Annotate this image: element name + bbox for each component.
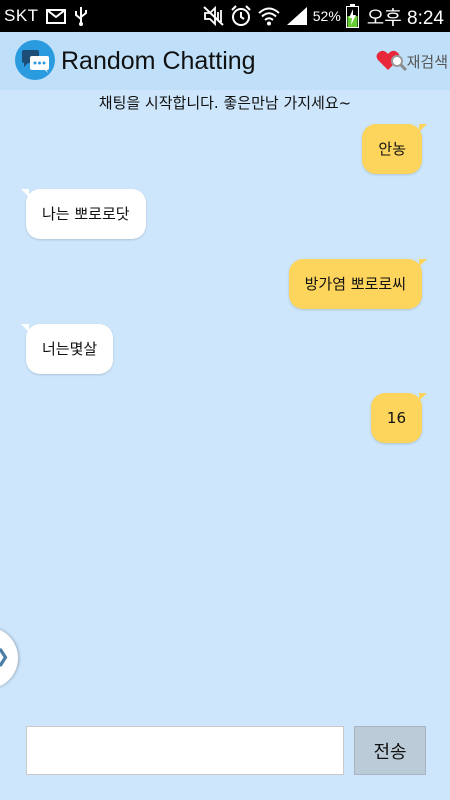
app-header: Random Chatting 재검색	[0, 32, 450, 90]
message-input[interactable]	[26, 726, 344, 775]
battery-percent: 52%	[312, 8, 341, 24]
battery-charging-icon	[345, 4, 359, 28]
app-title: Random Chatting	[61, 47, 256, 75]
research-button[interactable]: 재검색	[375, 47, 448, 75]
heart-search-icon	[375, 48, 409, 74]
carrier-label: SKT	[4, 6, 39, 25]
message-bubble-received: 너는몇살	[20, 324, 114, 374]
send-button[interactable]: 전송	[354, 726, 426, 775]
message-bubble-received: 나는 뽀로로닷	[21, 189, 146, 239]
message-bubble-sent: 방가염 뽀로로씨	[288, 259, 428, 309]
research-label: 재검색	[406, 52, 448, 71]
chevron-right-icon: ❯	[0, 647, 10, 667]
chat-area: 채팅을 시작합니다. 좋은만남 가지세요~ 안농 나는 뽀로로닷 방가염 뽀로로…	[0, 90, 450, 710]
chat-bubbles-icon	[15, 40, 55, 80]
message-bubble-sent: 16	[370, 393, 428, 443]
alarm-icon	[230, 5, 252, 27]
clock: 오후 8:24	[366, 7, 444, 29]
message-bubble-sent: 안농	[362, 124, 427, 174]
wifi-icon	[257, 6, 281, 26]
system-notice: 채팅을 시작합니다. 좋은만남 가지세요~	[98, 94, 352, 112]
mail-icon	[45, 8, 66, 24]
signal-icon	[286, 6, 308, 26]
usb-icon	[73, 5, 89, 27]
status-bar: SKT 52% 오후 8:24	[0, 0, 450, 32]
mute-icon	[203, 5, 225, 27]
